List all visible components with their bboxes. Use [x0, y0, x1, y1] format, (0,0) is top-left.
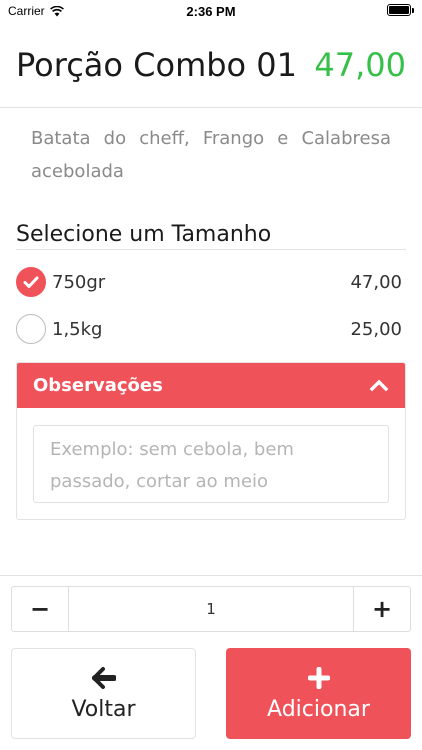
radio-button[interactable]	[16, 314, 46, 344]
size-section-title: Selecione um Tamanho	[16, 222, 406, 250]
check-icon	[23, 276, 39, 288]
size-option-price: 47,00	[350, 271, 402, 293]
product-header: Porção Combo 01 47,00	[0, 40, 422, 108]
plus-icon	[307, 667, 330, 689]
product-price: 47,00	[314, 46, 406, 84]
quantity-stepper[interactable]: − 1 +	[11, 586, 411, 632]
chevron-up-icon[interactable]	[369, 375, 389, 395]
observations-title: Observações	[33, 375, 163, 396]
observations-header[interactable]: Observações	[17, 363, 405, 408]
observations-input[interactable]: Exemplo: sem cebola, bem passado, cortar…	[33, 425, 389, 503]
size-option-label: 750gr	[52, 271, 106, 293]
battery-icon	[387, 4, 414, 16]
size-option-750gr[interactable]: 750gr 47,00	[16, 266, 406, 298]
back-button-label: Voltar	[71, 697, 136, 722]
product-title: Porção Combo 01	[16, 46, 298, 84]
arrow-left-icon	[91, 667, 116, 689]
add-button-label: Adicionar	[267, 697, 370, 722]
back-button[interactable]: Voltar	[11, 648, 196, 739]
quantity-value[interactable]: 1	[68, 587, 354, 631]
product-description: Batata do cheff, Frango e Calabresa aceb…	[31, 128, 391, 182]
size-option-1-5kg[interactable]: 1,5kg 25,00	[16, 313, 406, 345]
add-button[interactable]: Adicionar	[226, 648, 411, 739]
status-bar: Carrier 2:36 PM	[0, 0, 422, 24]
status-time: 2:36 PM	[186, 4, 236, 19]
increment-button[interactable]: +	[354, 587, 410, 631]
decrement-button[interactable]: −	[12, 587, 68, 631]
observations-panel: Observações Exemplo: sem cebola, bem pas…	[16, 362, 406, 520]
divider	[0, 575, 422, 576]
size-option-label: 1,5kg	[52, 318, 103, 340]
radio-button-checked[interactable]	[16, 267, 46, 297]
size-option-price: 25,00	[350, 318, 402, 340]
